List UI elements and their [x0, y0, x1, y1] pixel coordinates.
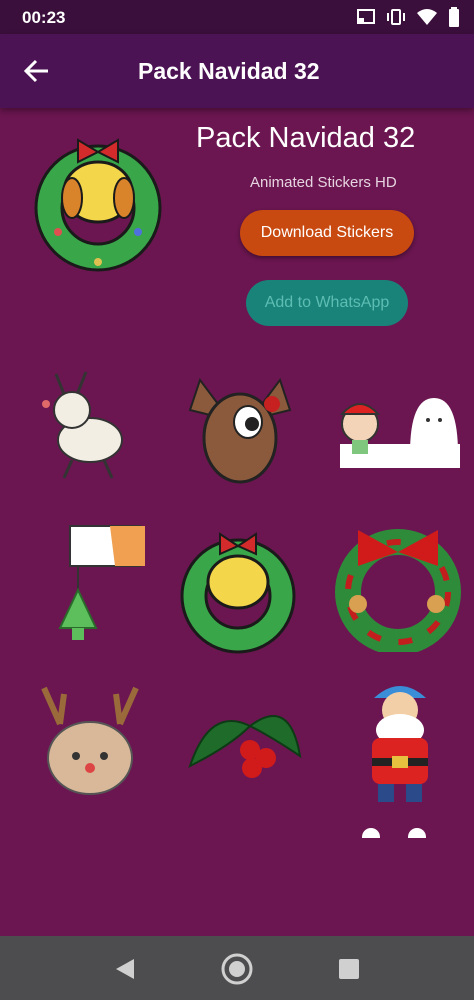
pack-title: Pack Navidad 32: [196, 122, 416, 154]
sticker-reindeer-white[interactable]: [20, 360, 160, 500]
nav-recents-icon[interactable]: [332, 952, 366, 986]
wifi-icon: [417, 9, 437, 25]
cast-icon: [357, 9, 375, 24]
download-stickers-button[interactable]: Download Stickers: [240, 210, 414, 256]
status-icons: [356, 7, 460, 27]
nav-back-icon[interactable]: [108, 952, 142, 986]
status-bar: 00:23: [0, 0, 474, 34]
pack-tray-icon: [34, 138, 162, 272]
add-to-whatsapp-button[interactable]: Add to WhatsApp: [246, 280, 408, 326]
nav-home-icon[interactable]: [220, 952, 254, 986]
sticker-rudolph-reindeer[interactable]: [170, 360, 310, 500]
status-time: 00:23: [22, 8, 66, 27]
sticker-snow-kid-ghost[interactable]: [330, 384, 470, 524]
system-nav-bar: [0, 936, 474, 1000]
sticker-holly-berries[interactable]: [180, 686, 320, 826]
sticker-red-ribbon-wreath[interactable]: [328, 512, 468, 652]
pack-subtitle: Animated Stickers HD: [250, 174, 397, 191]
sticker-bear-antlers[interactable]: [24, 674, 164, 814]
app-bar: Pack Navidad 32: [0, 34, 474, 108]
sticker-wreath-hamster[interactable]: [168, 520, 308, 660]
sticker-santa-claus[interactable]: [330, 674, 470, 814]
battery-icon: [449, 7, 459, 27]
back-arrow-icon[interactable]: [20, 54, 54, 88]
page-title: Pack Navidad 32: [138, 58, 320, 84]
sticker-row-partial: [362, 828, 432, 840]
pack-header: Pack Navidad 32 Animated Stickers HD Dow…: [0, 108, 474, 358]
sticker-cat-paw-ornament[interactable]: [30, 516, 170, 656]
vibrate-icon: [387, 9, 405, 25]
